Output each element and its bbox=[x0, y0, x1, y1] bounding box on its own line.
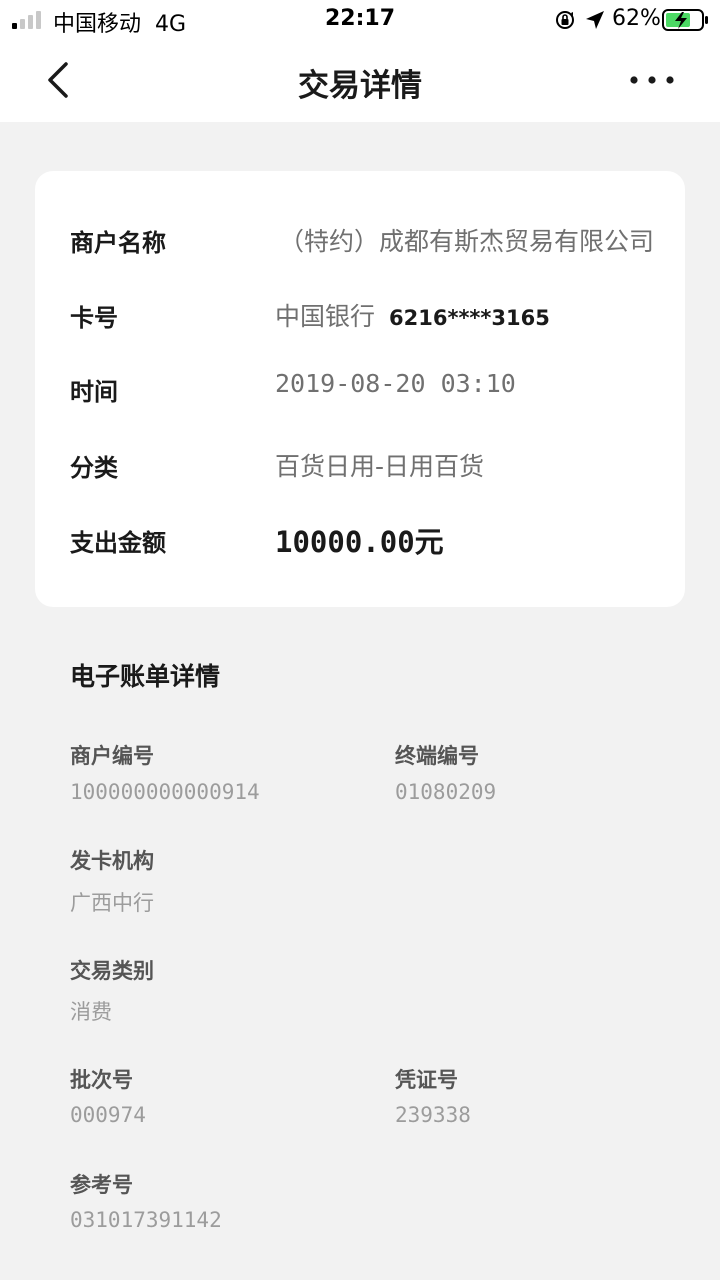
txn-type-value: 消费 bbox=[70, 1000, 112, 1024]
batch-no-value: 000974 bbox=[70, 1103, 146, 1127]
battery-charging-icon bbox=[662, 9, 708, 31]
ref-no-label: 参考号 bbox=[70, 1173, 133, 1197]
rotation-lock-icon bbox=[556, 11, 574, 29]
merchant-name-value: （特约）成都有斯杰贸易有限公司 bbox=[279, 227, 655, 256]
terminal-no-value: 01080209 bbox=[395, 780, 497, 804]
merchant-no-value: 100000000000914 bbox=[70, 780, 260, 804]
issuer-value: 广西中行 bbox=[70, 891, 154, 915]
issuer-label: 发卡机构 bbox=[70, 849, 154, 873]
page-title: 交易详情 bbox=[298, 68, 422, 104]
category-value: 百货日用-日用百货 bbox=[275, 452, 485, 481]
txn-type-label: 交易类别 bbox=[70, 959, 154, 983]
time-value: 2019-08-20 03:10 bbox=[275, 369, 516, 398]
card-value: 中国银行 6216****3165 bbox=[275, 297, 550, 333]
transaction-summary-card: 商户名称 （特约）成都有斯杰贸易有限公司 卡号 中国银行 6216****3165… bbox=[35, 171, 685, 607]
card-label: 卡号 bbox=[70, 304, 118, 332]
merchant-no-label: 商户编号 bbox=[70, 744, 154, 768]
amount-label: 支出金额 bbox=[70, 529, 166, 557]
status-bar: 中国移动 4G 22:17 62% bbox=[0, 0, 720, 40]
voucher-no-label: 凭证号 bbox=[395, 1068, 458, 1092]
ebill-section-title: 电子账单详情 bbox=[70, 662, 221, 691]
time-label: 时间 bbox=[70, 378, 118, 406]
category-label: 分类 bbox=[70, 454, 118, 482]
more-dots-icon[interactable] bbox=[622, 68, 682, 92]
ref-no-value: 031017391142 bbox=[70, 1208, 222, 1232]
amount-value: 10000.00元 bbox=[275, 525, 444, 559]
terminal-no-label: 终端编号 bbox=[395, 744, 479, 768]
location-arrow-icon bbox=[586, 11, 604, 29]
card-number: 6216****3165 bbox=[389, 306, 550, 330]
card-bank: 中国银行 bbox=[275, 302, 376, 331]
batch-no-label: 批次号 bbox=[70, 1068, 133, 1092]
battery-percent: 62% bbox=[612, 6, 661, 31]
voucher-no-value: 239338 bbox=[395, 1103, 471, 1127]
merchant-name-label: 商户名称 bbox=[70, 229, 166, 257]
